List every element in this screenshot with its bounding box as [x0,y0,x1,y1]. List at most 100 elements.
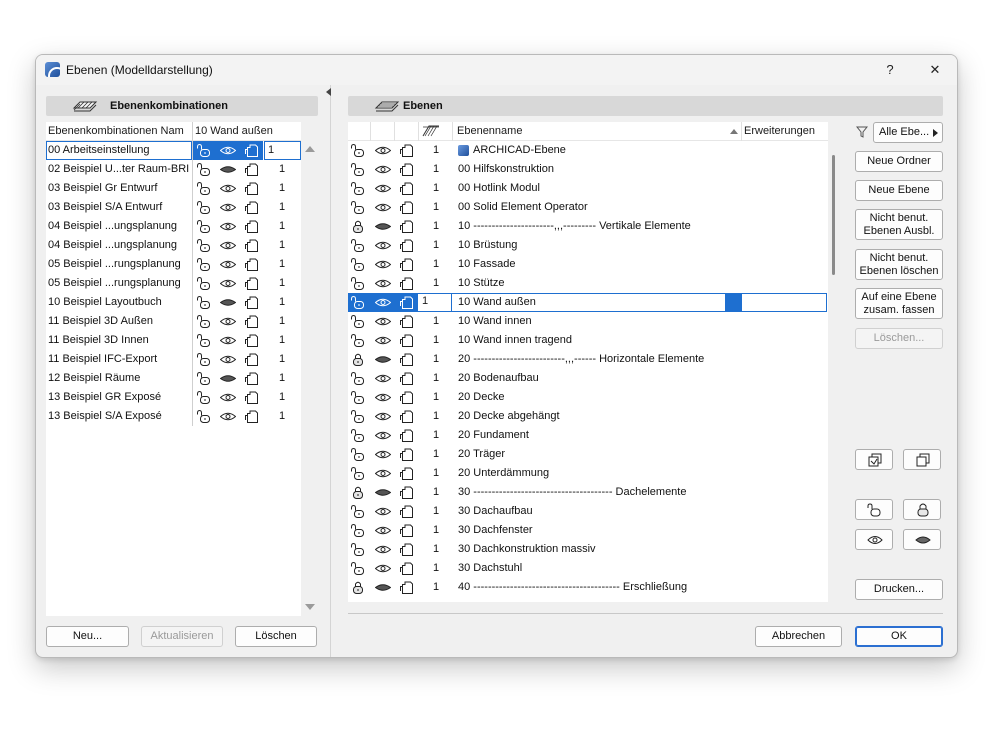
lock-open-icon[interactable] [351,410,365,423]
collapse-arrow-icon[interactable] [326,88,331,96]
layer-type-icon[interactable] [245,163,259,176]
eye-open-icon[interactable] [375,163,391,176]
combination-row[interactable]: 05 Beispiel ...rungsplanung 1 [46,255,301,274]
layer-row[interactable]: 1 20 Decke abgehängt [348,407,828,426]
layer-type-icon[interactable] [400,467,414,480]
combination-row[interactable]: 13 Beispiel GR Exposé 1 [46,388,301,407]
lock-open-icon[interactable] [351,315,365,328]
eye-open-icon[interactable] [375,239,391,252]
layer-type-icon[interactable] [245,391,259,404]
intersection-number[interactable]: 1 [277,410,287,422]
eye-open-icon[interactable] [375,277,391,290]
lock-open-icon[interactable] [351,429,365,442]
layer-type-icon[interactable] [400,239,414,252]
ok-button[interactable]: OK [855,626,943,647]
intersection-number[interactable]: 1 [431,410,441,422]
lock-open-icon[interactable] [351,505,365,518]
layer-type-icon[interactable] [245,239,259,252]
layer-row[interactable]: 1 00 Hotlink Modul [348,179,828,198]
paste-layers-button[interactable] [903,449,941,470]
intersection-number[interactable]: 1 [277,296,287,308]
layer-type-icon[interactable] [245,182,259,195]
eye-open-icon[interactable] [375,372,391,385]
eye-open-icon[interactable] [375,524,391,537]
eye-open-icon[interactable] [220,239,236,252]
lock-open-icon[interactable] [351,239,365,252]
layer-type-icon[interactable] [245,144,259,157]
layer-row[interactable]: 1 10 Fassade [348,255,828,274]
layer-row[interactable]: 1 20 -------------------------,,,------ H… [348,350,828,369]
layer-type-icon[interactable] [400,505,414,518]
layer-row[interactable]: 1 30 Dachfenster [348,521,828,540]
eye-closed-icon[interactable] [220,296,236,309]
intersection-number[interactable]: 1 [431,505,441,517]
lock-open-icon[interactable] [351,201,365,214]
layer-row[interactable]: 1 20 Träger [348,445,828,464]
combination-row[interactable]: 04 Beispiel ...ungsplanung 1 [46,236,301,255]
lock-open-icon[interactable] [351,296,365,309]
eye-open-icon[interactable] [375,467,391,480]
lock-open-icon[interactable] [351,543,365,556]
layer-type-icon[interactable] [400,182,414,195]
delete-unused-layers-button[interactable]: Nicht benut. Ebenen löschen [855,249,943,280]
eye-open-icon[interactable] [375,201,391,214]
lock-open-icon[interactable] [351,334,365,347]
layer-name-column[interactable]: Ebenenname [457,125,522,137]
lock-open-icon[interactable] [197,258,211,271]
layer-row[interactable]: 1 30 Dachaufbau [348,502,828,521]
intersection-number[interactable]: 1 [431,391,441,403]
left-scrollbar[interactable] [302,122,318,616]
delete-combination-button[interactable]: Löschen [235,626,317,647]
lock-open-icon[interactable] [197,220,211,233]
sort-ascending-icon[interactable] [730,129,738,134]
layer-type-icon[interactable] [245,258,259,271]
lock-closed-icon[interactable] [351,220,365,233]
intersection-number[interactable]: 1 [277,163,287,175]
eye-open-icon[interactable] [375,258,391,271]
combination-row[interactable]: 13 Beispiel S/A Exposé 1 [46,407,301,426]
lock-closed-icon[interactable] [351,581,365,594]
lock-open-icon[interactable] [351,524,365,537]
intersection-number[interactable]: 1 [431,467,441,479]
intersection-number[interactable]: 1 [277,315,287,327]
scroll-up-icon[interactable] [305,146,315,152]
lock-open-icon[interactable] [351,467,365,480]
help-button[interactable]: ? [879,59,901,81]
layer-row[interactable]: 1 30 ------------------------------------… [348,483,828,502]
layer-row[interactable]: 1 20 Decke [348,388,828,407]
layer-type-icon[interactable] [400,334,414,347]
combination-row[interactable]: 11 Beispiel 3D Außen 1 [46,312,301,331]
layer-row[interactable]: 1 ARCHICAD-Ebene [348,141,828,160]
delete-layer-button[interactable]: Löschen... [855,328,943,349]
eye-open-icon[interactable] [375,410,391,423]
layer-row[interactable]: 1 10 Wand innen tragend [348,331,828,350]
intersection-number[interactable]: 1 [431,220,441,232]
eye-open-icon[interactable] [220,277,236,290]
combination-row[interactable]: 03 Beispiel Gr Entwurf 1 [46,179,301,198]
intersection-number[interactable]: 1 [277,372,287,384]
intersection-number[interactable]: 1 [431,448,441,460]
hide-all-button[interactable] [903,529,941,550]
lock-open-icon[interactable] [351,182,365,195]
eye-open-icon[interactable] [220,201,236,214]
layer-filter-dropdown[interactable]: Alle Ebe... [873,122,943,143]
lock-open-icon[interactable] [197,391,211,404]
eye-open-icon[interactable] [220,182,236,195]
eye-open-icon[interactable] [220,315,236,328]
lock-open-icon[interactable] [351,277,365,290]
eye-open-icon[interactable] [375,562,391,575]
layer-type-icon[interactable] [245,296,259,309]
lock-open-icon[interactable] [351,562,365,575]
lock-open-icon[interactable] [351,391,365,404]
intersection-number[interactable]: 1 [431,543,441,555]
unlock-all-button[interactable] [855,499,893,520]
eye-open-icon[interactable] [375,391,391,404]
update-combination-button[interactable]: Aktualisieren [141,626,223,647]
combination-row[interactable]: 02 Beispiel U...ter Raum-BRI 1 [46,160,301,179]
eye-open-icon[interactable] [220,410,236,423]
layer-row[interactable]: 1 10 ----------------------,,,--------- V… [348,217,828,236]
combination-row[interactable]: 03 Beispiel S/A Entwurf 1 [46,198,301,217]
layer-type-icon[interactable] [400,163,414,176]
layer-type-icon[interactable] [400,543,414,556]
lock-open-icon[interactable] [351,448,365,461]
